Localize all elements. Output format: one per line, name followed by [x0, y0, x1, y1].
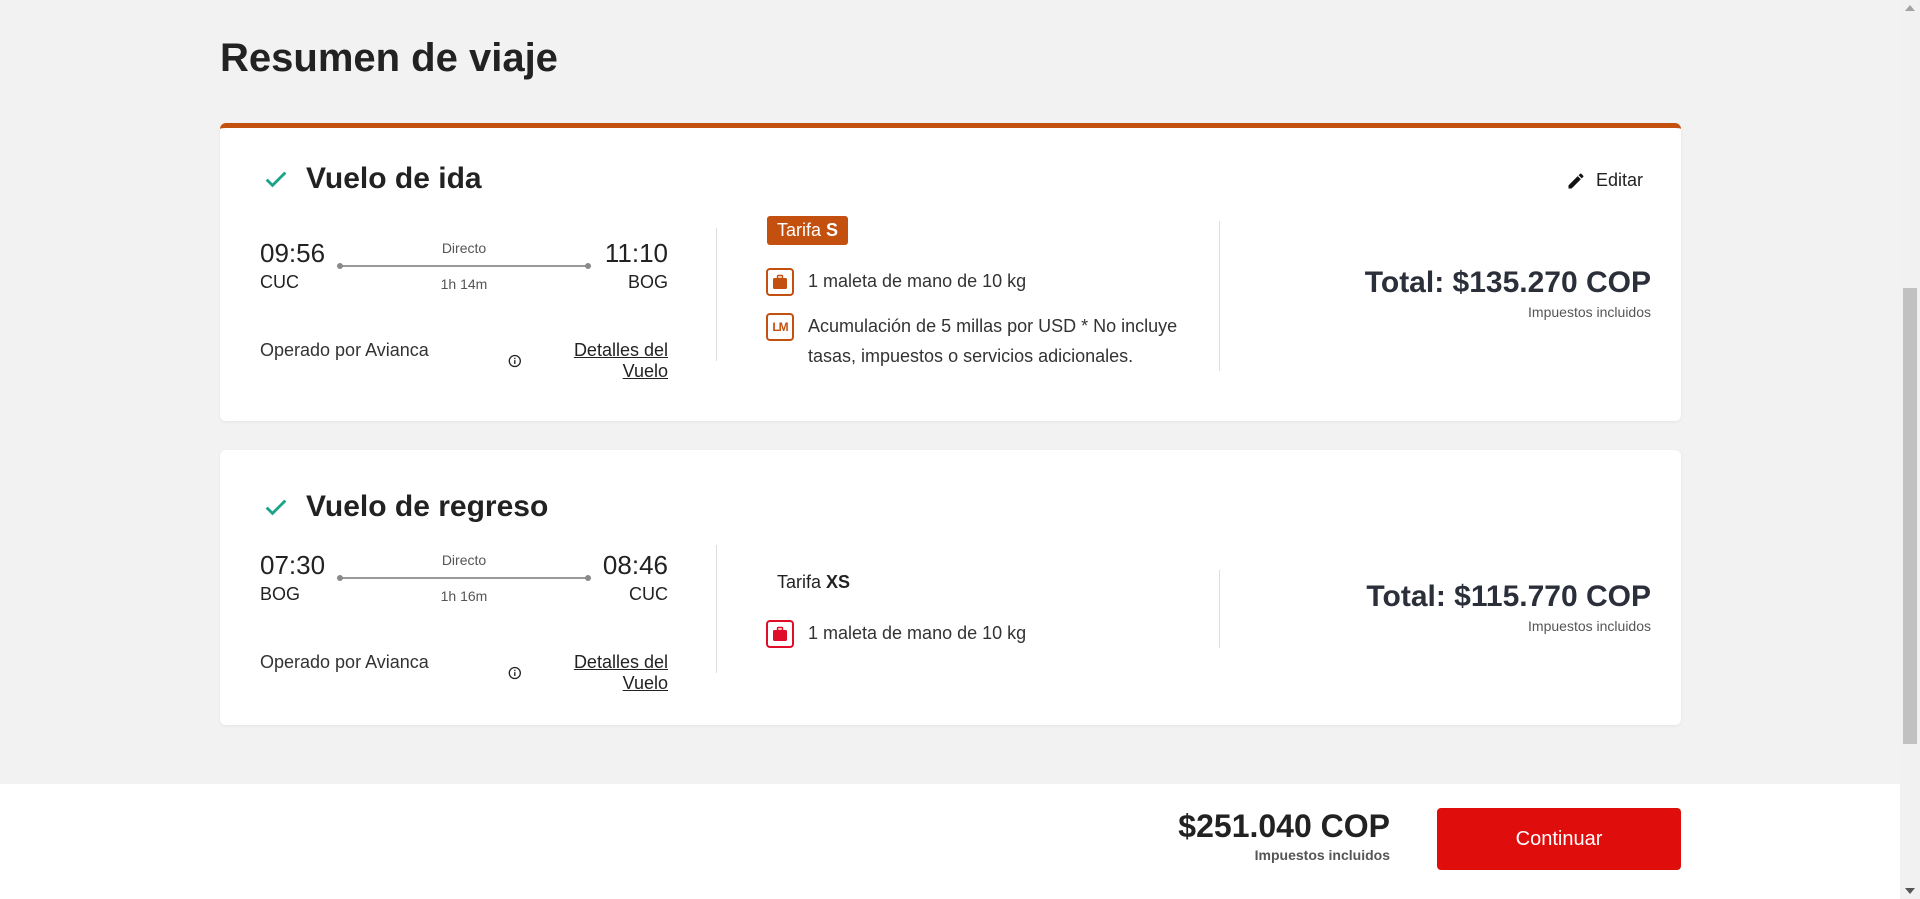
divider [1219, 570, 1220, 648]
flight-details-link[interactable]: Detalles del Vuelo [508, 340, 668, 382]
outbound-segment: 09:56 CUC Directo 1h 14m 11:10 BOG [260, 238, 668, 308]
route-line [337, 263, 591, 269]
return-total: Total: $115.770 COP [1366, 580, 1651, 613]
fare-prefix: Tarifa [777, 220, 822, 240]
outbound-flight-card: Vuelo de ida Editar 09:56 CUC Directo 1h… [220, 123, 1681, 421]
scroll-down-arrow[interactable] [1905, 888, 1915, 894]
scroll-up-arrow[interactable] [1905, 5, 1915, 11]
benefit-bag-text: 1 maleta de mano de 10 kg [808, 271, 1027, 291]
duration-label: 1h 16m [440, 588, 488, 604]
grand-total-tax-note: Impuestos incluidos [1254, 847, 1390, 863]
return-price: Total: $115.770 COP Impuestos incluidos [1366, 580, 1651, 634]
return-segment: 07:30 BOG Directo 1h 16m 08:46 CUC [260, 550, 668, 620]
flight-details-label: Detalles del Vuelo [573, 340, 668, 381]
benefit-bag: 1 maleta de mano de 10 kg [766, 620, 1196, 648]
info-icon [508, 354, 521, 368]
arrival-time: 11:10 [604, 238, 668, 268]
outbound-total: Total: $135.270 COP [1364, 266, 1651, 299]
continue-button[interactable]: Continuar [1437, 808, 1681, 870]
benefit-bag-text: 1 maleta de mano de 10 kg [808, 623, 1027, 643]
operated-by: Operado por Avianca [260, 340, 429, 360]
checkout-footer: $251.040 COP Impuestos incluidos Continu… [0, 784, 1900, 899]
lifemiles-icon: LM [766, 313, 794, 341]
arrival-airport: BOG [627, 272, 668, 292]
outbound-tax-note: Impuestos incluidos [1528, 304, 1651, 320]
benefit-miles-text: Acumulación de 5 millas por USD * No inc… [808, 316, 1178, 366]
lifemiles-icon-text: LM [772, 320, 788, 334]
outbound-price: Total: $135.270 COP Impuestos incluidos [1365, 266, 1651, 320]
divider [1219, 221, 1220, 371]
suitcase-icon [766, 620, 794, 648]
check-icon [265, 171, 287, 188]
duration-label: 1h 14m [440, 276, 488, 292]
return-title: Vuelo de regreso [306, 490, 549, 523]
divider [716, 228, 717, 361]
route-line [337, 575, 591, 581]
flight-details-label: Detalles del Vuelo [573, 652, 668, 693]
page-title: Resumen de viaje [220, 36, 558, 80]
pencil-icon [1568, 172, 1584, 188]
fare-badge: Tarifa S [767, 216, 849, 245]
fare-label: Tarifa XS [777, 572, 850, 593]
scroll-thumb[interactable] [1903, 288, 1917, 744]
divider [716, 545, 717, 673]
return-tax-note: Impuestos incluidos [1528, 618, 1651, 634]
flight-details-link[interactable]: Detalles del Vuelo [508, 652, 668, 694]
fare-name: S [826, 220, 839, 240]
arrival-airport: CUC [629, 584, 668, 604]
grand-total: $251.040 COP [1178, 808, 1390, 844]
fare-prefix: Tarifa [777, 572, 822, 592]
benefit-miles: LM Acumulación de 5 millas por USD * No … [766, 313, 1196, 371]
fare-name: XS [826, 572, 851, 592]
vertical-scrollbar[interactable] [1900, 0, 1920, 899]
grand-total-block: $251.040 COP Impuestos incluidos [1178, 808, 1390, 863]
return-flight-card: Vuelo de regreso 07:30 BOG Directo 1h 16… [220, 450, 1681, 725]
suitcase-icon [766, 268, 794, 296]
info-icon [508, 666, 521, 680]
outbound-header: Vuelo de ida [262, 162, 482, 196]
outbound-title: Vuelo de ida [306, 162, 482, 195]
edit-button[interactable]: Editar [1566, 170, 1643, 191]
operated-by: Operado por Avianca [260, 652, 429, 672]
return-header: Vuelo de regreso [262, 490, 548, 524]
benefit-bag: 1 maleta de mano de 10 kg [766, 268, 1196, 296]
check-icon [265, 499, 287, 516]
arrival-time: 08:46 [602, 550, 668, 580]
edit-label: Editar [1595, 170, 1643, 190]
